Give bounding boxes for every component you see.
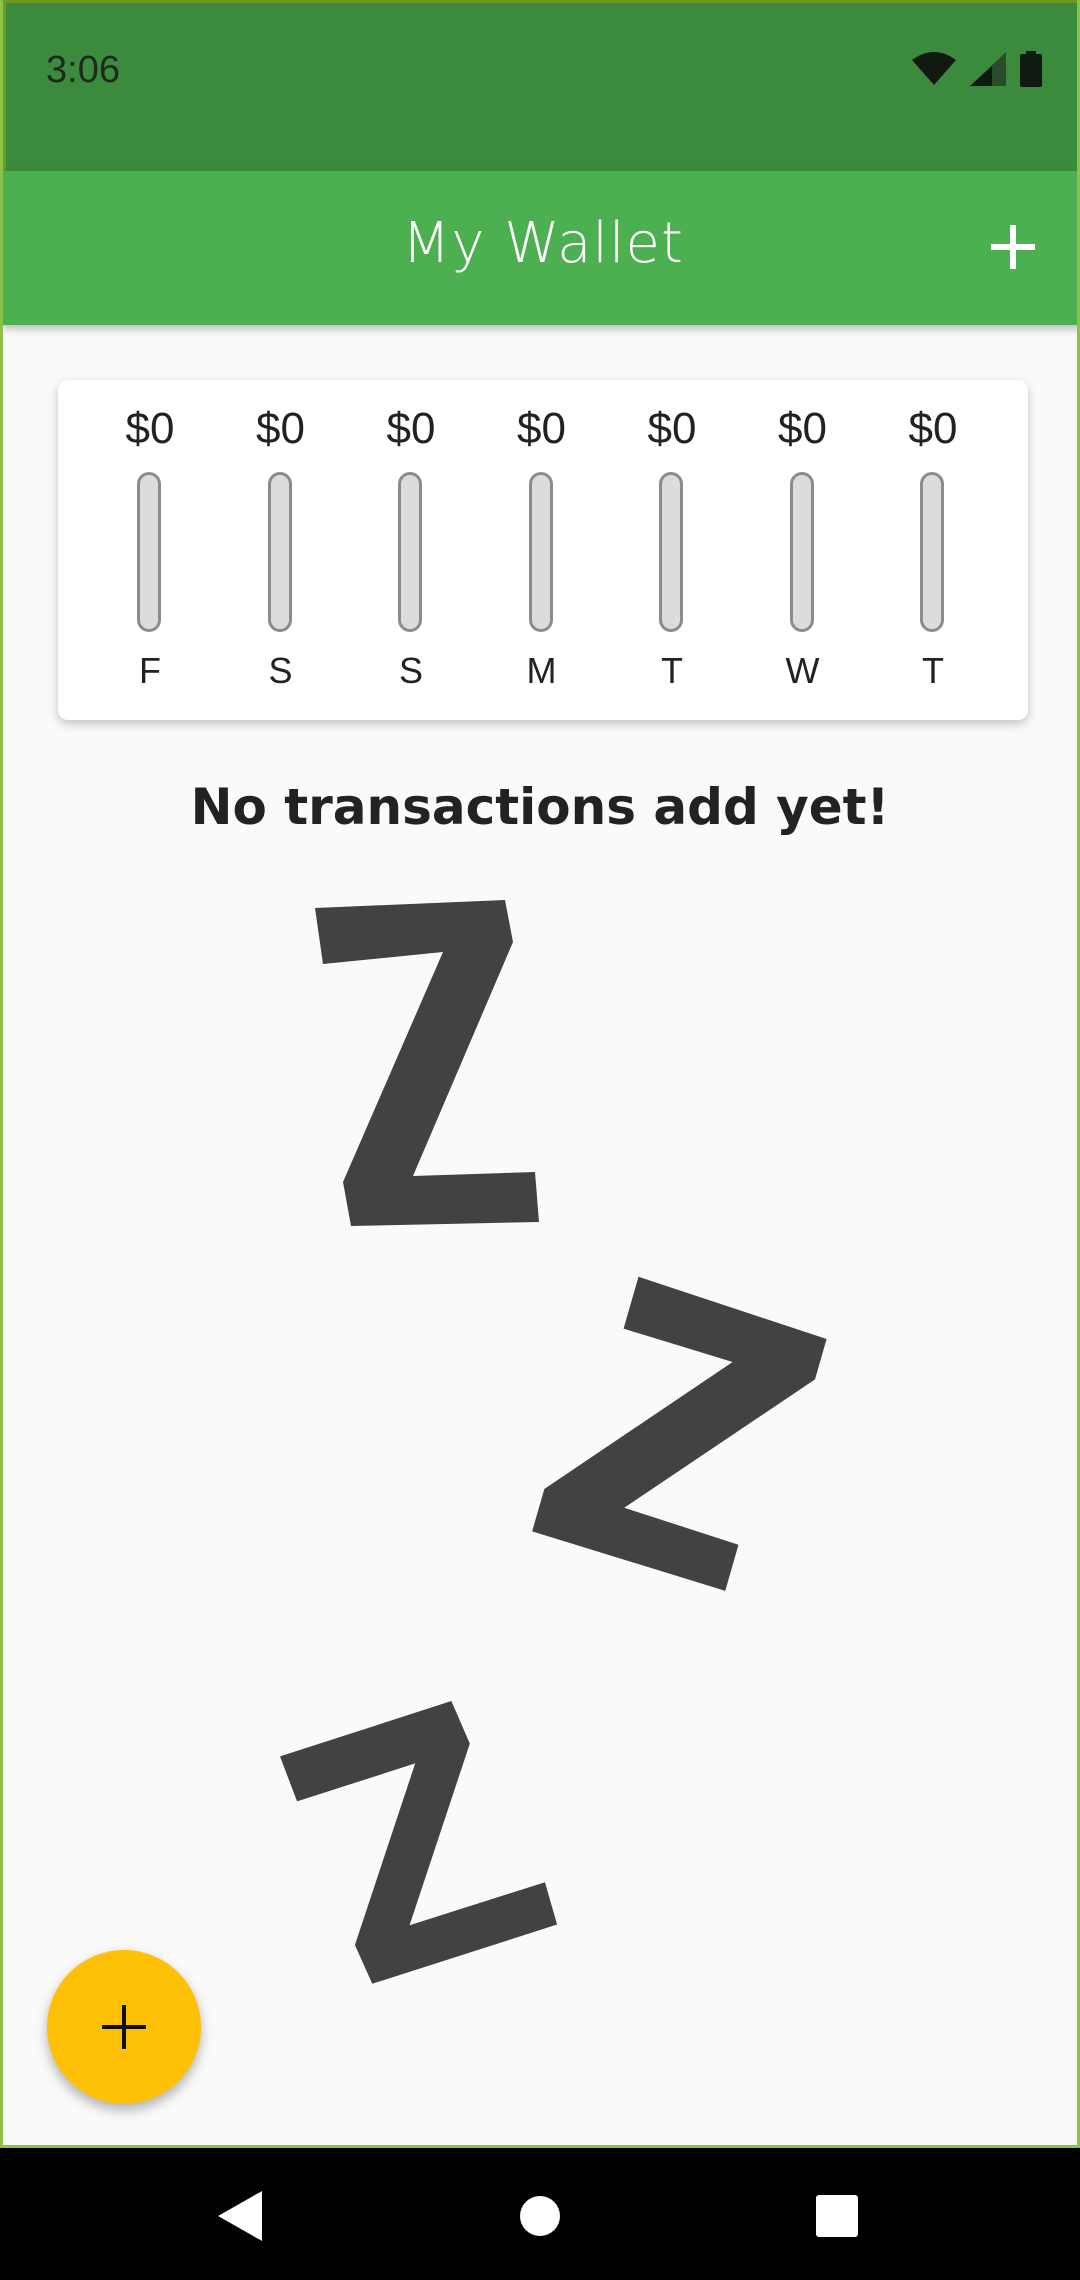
app-screen: 3:06 My Wallet $0 F $0 S $0 S $0 M $0 T …	[0, 0, 1080, 2148]
chart-amount-label: $0	[647, 404, 697, 453]
chart-column: $0 W	[743, 380, 863, 720]
z-letter-bottom	[280, 1701, 558, 1984]
recents-button[interactable]	[797, 2176, 877, 2256]
chart-amount-label: $0	[256, 404, 305, 453]
chart-column: $0 T	[873, 380, 993, 720]
chart-day-label: W	[785, 650, 820, 691]
home-icon	[520, 2196, 560, 2236]
z-letter-middle	[532, 1276, 827, 1591]
chart-column: $0 S	[221, 380, 341, 720]
chart-day-label: S	[268, 650, 293, 691]
chart-bar	[528, 472, 553, 632]
back-button[interactable]	[200, 2176, 280, 2256]
chart-amount-label: $0	[908, 404, 958, 453]
back-icon	[218, 2191, 262, 2241]
chart-bar	[267, 472, 292, 632]
plus-icon	[991, 225, 1035, 269]
chart-amount-label: $0	[517, 404, 566, 453]
chart-amount-label: $0	[778, 404, 827, 453]
plus-icon	[102, 2005, 146, 2049]
chart-day-label: S	[398, 650, 423, 691]
chart-day-label: M	[526, 650, 557, 691]
chart-column: $0 S	[351, 380, 471, 720]
home-button[interactable]	[500, 2176, 580, 2256]
recents-icon	[816, 2195, 858, 2237]
empty-state-message: No transactions add yet!	[190, 778, 890, 836]
app-title: My Wallet	[402, 211, 684, 276]
add-floating-button[interactable]	[47, 1950, 201, 2104]
chart-day-label: T	[661, 650, 683, 691]
chart-amount-label: $0	[125, 404, 175, 453]
app-bar: My Wallet	[3, 171, 1077, 325]
signal-icon	[970, 52, 1006, 91]
chart-day-label: T	[922, 650, 944, 691]
chart-day-label: F	[139, 650, 161, 691]
chart-amount-label: $0	[386, 404, 436, 453]
wifi-icon	[912, 52, 956, 91]
z-letter-top	[315, 900, 539, 1226]
status-bar: 3:06	[3, 0, 1077, 171]
sleeping-zzz-illustration	[280, 900, 827, 1984]
add-transaction-button[interactable]	[973, 207, 1053, 287]
battery-icon	[1020, 51, 1042, 92]
chart-bar	[659, 472, 683, 632]
status-icons	[912, 51, 1042, 92]
chart-bar	[137, 472, 161, 632]
chart-bar	[398, 472, 422, 632]
chart-bar	[789, 472, 814, 632]
chart-column: $0 T	[612, 380, 732, 720]
weekly-chart: $0 F $0 S $0 S $0 M $0 T $0 W $0 T	[58, 380, 1028, 720]
status-time: 3:06	[46, 49, 120, 91]
chart-column: $0 F	[90, 380, 210, 720]
navigation-bar	[0, 2148, 1080, 2280]
chart-column: $0 M	[482, 380, 602, 720]
chart-bar	[920, 472, 944, 632]
